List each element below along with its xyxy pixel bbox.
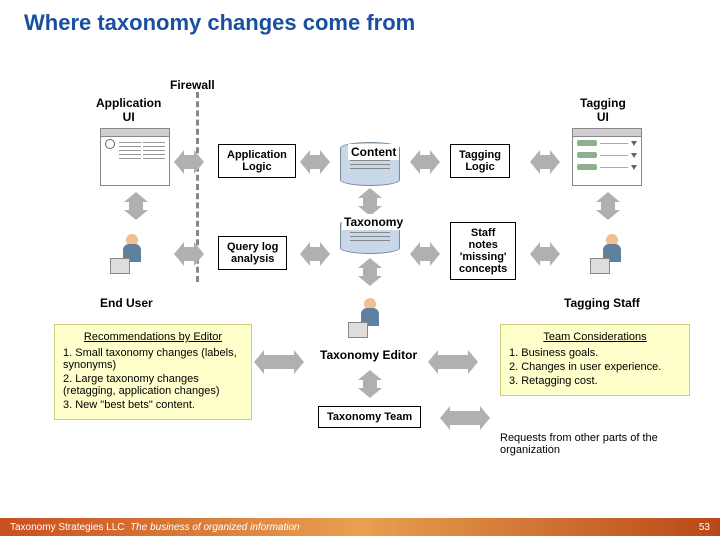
app-logic-box: Application Logic: [218, 144, 296, 178]
tag-ui-icon: [572, 128, 642, 186]
person-icon: [596, 234, 628, 274]
arrow-icon: [300, 242, 330, 266]
query-log-box: Query log analysis: [218, 236, 287, 270]
footer-left: Taxonomy Strategies LLC The business of …: [10, 522, 300, 533]
tag-staff-label: Tagging Staff: [564, 296, 640, 310]
arrow-icon: [530, 150, 560, 174]
requests-text: Requests from other parts of the organiz…: [500, 432, 690, 456]
app-ui-label: Application UI: [96, 96, 161, 124]
arrow-icon: [300, 150, 330, 174]
page-number: 53: [699, 522, 710, 533]
arrow-icon: [358, 370, 382, 398]
app-ui-icon: [100, 128, 170, 186]
arrow-icon: [428, 350, 478, 374]
arrow-icon: [174, 150, 204, 174]
arrow-icon: [358, 188, 382, 216]
recs-item: 3. New "best bets" content.: [63, 399, 243, 411]
recommendations-note: Recommendations by Editor 1. Small taxon…: [54, 324, 252, 420]
team-item: 1. Business goals.: [509, 347, 681, 359]
recs-item: 1. Small taxonomy changes (labels, synon…: [63, 347, 243, 371]
team-item: 3. Retagging cost.: [509, 375, 681, 387]
arrow-icon: [410, 150, 440, 174]
firewall-label: Firewall: [170, 78, 215, 92]
tax-editor-label: Taxonomy Editor: [320, 348, 417, 362]
content-label: Content: [348, 144, 399, 160]
team-note: Team Considerations 1. Business goals. 2…: [500, 324, 690, 396]
end-user-label: End User: [100, 296, 153, 310]
person-icon: [354, 298, 386, 338]
recs-item: 2. Large taxonomy changes (retagging, ap…: [63, 373, 243, 397]
person-icon: [116, 234, 148, 274]
team-heading: Team Considerations: [509, 331, 681, 343]
footer-bar: Taxonomy Strategies LLC The business of …: [0, 518, 720, 536]
team-item: 2. Changes in user experience.: [509, 361, 681, 373]
slide-title: Where taxonomy changes come from: [24, 10, 415, 36]
arrow-icon: [596, 192, 620, 220]
arrow-icon: [254, 350, 304, 374]
arrow-icon: [530, 242, 560, 266]
arrow-icon: [174, 242, 204, 266]
arrow-icon: [358, 258, 382, 286]
arrow-icon: [124, 192, 148, 220]
taxonomy-label: Taxonomy: [342, 214, 405, 230]
tag-ui-label: Tagging UI: [580, 96, 626, 124]
tag-logic-box: Tagging Logic: [450, 144, 510, 178]
staff-notes-box: Staff notes 'missing' concepts: [450, 222, 516, 280]
arrow-icon: [410, 242, 440, 266]
recs-heading: Recommendations by Editor: [63, 331, 243, 343]
arrow-icon: [440, 406, 490, 430]
tax-team-box: Taxonomy Team: [318, 406, 421, 428]
